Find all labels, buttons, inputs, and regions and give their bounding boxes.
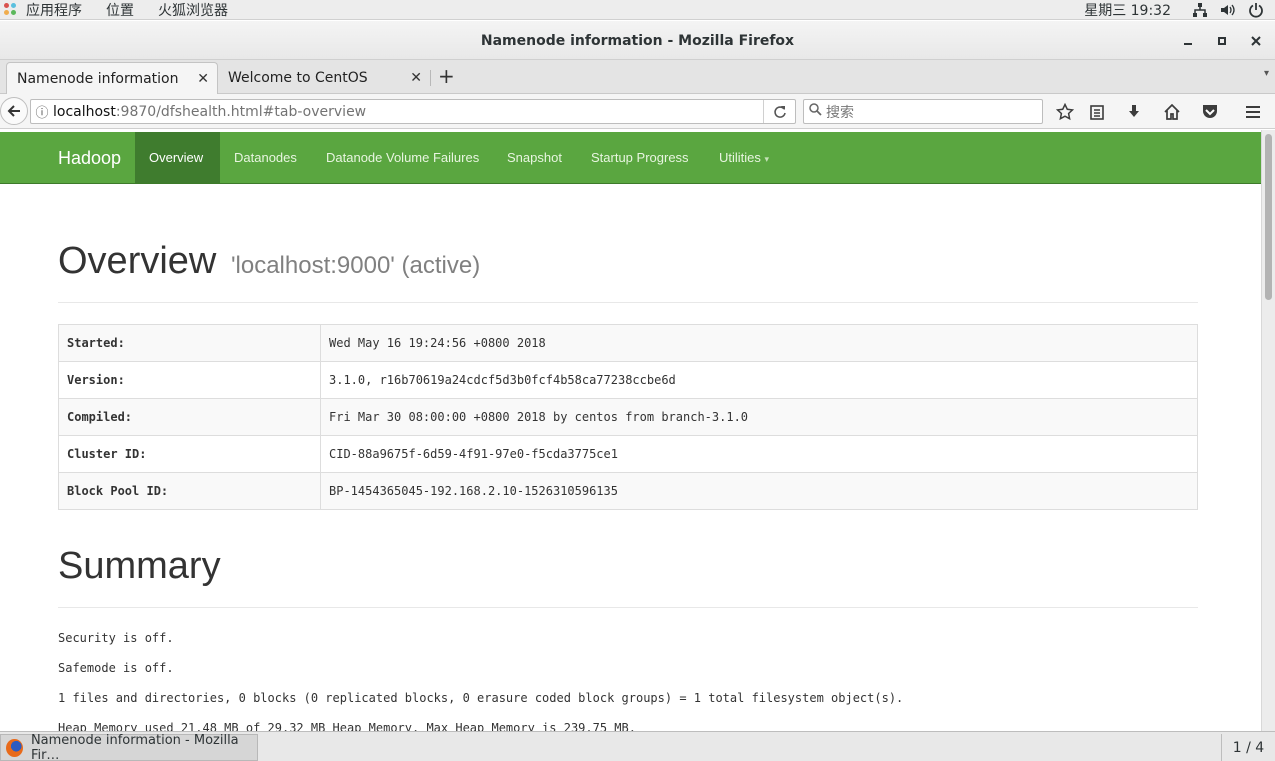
firefox-app-menu[interactable]: 火狐浏览器 [158, 0, 228, 20]
applications-icon [4, 2, 18, 17]
table-row: Block Pool ID: BP-1454365045-192.168.2.1… [58, 472, 1198, 510]
row-value: Wed May 16 19:24:56 +0800 2018 [320, 324, 1198, 362]
hamburger-menu-icon[interactable] [1242, 101, 1264, 123]
nav-utilities-label: Utilities [719, 150, 761, 165]
tab-welcome-to-centos[interactable]: Welcome to CentOS ✕ [218, 62, 430, 94]
heap-memory: Heap Memory used 21.48 MB of 29.32 MB He… [58, 721, 636, 731]
scrollbar-thumb[interactable] [1265, 134, 1272, 300]
row-key: Cluster ID: [58, 435, 321, 473]
places-menu[interactable]: 位置 [106, 0, 134, 20]
nav-startup-progress[interactable]: Startup Progress [577, 132, 703, 183]
nav-overview[interactable]: Overview [135, 132, 220, 183]
summary-title: Summary [58, 545, 221, 587]
row-value: Fri Mar 30 08:00:00 +0800 2018 by centos… [320, 398, 1198, 436]
row-value: CID-88a9675f-6d59-4f91-97e0-f5cda3775ce1 [320, 435, 1198, 473]
row-key: Started: [58, 324, 321, 362]
overview-heading: Overview 'localhost:9000' (active) [58, 240, 480, 283]
applications-menu[interactable]: 应用程序 [26, 0, 82, 20]
window-list-taskbar: Namenode information - Mozilla Fir… 1 / … [0, 731, 1275, 761]
bookmarks-menu-icon[interactable] [1086, 101, 1108, 123]
navigation-toolbar: ⓘ localhost:9870/dfshealth.html#tab-over… [0, 94, 1275, 129]
close-tab-icon[interactable]: ✕ [197, 71, 209, 87]
row-value: BP-1454365045-192.168.2.10-1526310596135 [320, 472, 1198, 510]
tab-label: Namenode information [17, 70, 179, 87]
row-key: Compiled: [58, 398, 321, 436]
overview-table: Started: Wed May 16 19:24:56 +0800 2018 … [58, 324, 1198, 510]
hadoop-navbar: Hadoop Overview Datanodes Datanode Volum… [0, 132, 1261, 184]
nav-snapshot[interactable]: Snapshot [493, 132, 576, 183]
page-viewport: Hadoop Overview Datanodes Datanode Volum… [0, 130, 1261, 731]
new-tab-icon[interactable]: + [438, 66, 455, 86]
reload-icon[interactable] [763, 100, 795, 123]
filesystem-objects: 1 files and directories, 0 blocks (0 rep… [58, 691, 904, 705]
tab-namenode-information[interactable]: Namenode information ✕ [6, 62, 218, 94]
table-row: Cluster ID: CID-88a9675f-6d59-4f91-97e0-… [58, 435, 1198, 473]
row-key: Version: [58, 361, 321, 399]
nav-datanode-volume-failures[interactable]: Datanode Volume Failures [312, 132, 493, 183]
maximize-icon[interactable] [1212, 31, 1232, 51]
tab-label: Welcome to CentOS [228, 70, 368, 86]
taskbar-item-label: Namenode information - Mozilla Fir… [30, 732, 239, 761]
home-icon[interactable] [1161, 101, 1183, 123]
clock[interactable]: 星期三 19:32 [1084, 0, 1171, 20]
row-value: 3.1.0, r16b70619a24cdcf5d3b0fcf4b58ca772… [320, 361, 1198, 399]
overview-title: Overview [58, 240, 217, 282]
workspace-pager[interactable]: 1 / 4 [1221, 734, 1275, 761]
firefox-icon [6, 738, 23, 757]
gnome-top-bar: 应用程序 位置 火狐浏览器 星期三 19:32 [0, 0, 1275, 20]
search-input[interactable]: 搜索 [803, 99, 1043, 124]
taskbar-item-firefox[interactable]: Namenode information - Mozilla Fir… [0, 732, 258, 761]
row-key: Block Pool ID: [58, 472, 321, 510]
power-icon[interactable] [1247, 2, 1265, 18]
divider [58, 302, 1198, 303]
caret-down-icon: ▾ [764, 154, 770, 164]
close-window-icon[interactable] [1246, 31, 1266, 51]
tab-separator [430, 70, 431, 86]
table-row: Version: 3.1.0, r16b70619a24cdcf5d3b0fcf… [58, 361, 1198, 399]
page-scrollbar[interactable] [1261, 130, 1275, 731]
hadoop-brand[interactable]: Hadoop [58, 148, 121, 169]
search-icon [804, 103, 826, 120]
security-status: Security is off. [58, 631, 174, 645]
nav-datanodes[interactable]: Datanodes [220, 132, 311, 183]
safemode-status: Safemode is off. [58, 661, 174, 675]
nav-utilities[interactable]: Utilities ▾ [705, 132, 783, 183]
window-titlebar[interactable]: Namenode information - Mozilla Firefox [0, 21, 1275, 60]
list-all-tabs-icon[interactable]: ▾ [1264, 68, 1269, 79]
table-row: Compiled: Fri Mar 30 08:00:00 +0800 2018… [58, 398, 1198, 436]
table-row: Started: Wed May 16 19:24:56 +0800 2018 [58, 324, 1198, 362]
window-title: Namenode information - Mozilla Firefox [480, 33, 795, 49]
bookmark-star-icon[interactable] [1054, 101, 1076, 123]
close-tab-icon[interactable]: ✕ [410, 70, 422, 86]
tab-strip: Namenode information ✕ Welcome to CentOS… [0, 60, 1275, 94]
search-placeholder: 搜索 [826, 104, 854, 121]
overview-subtitle: 'localhost:9000' (active) [230, 252, 481, 279]
back-arrow-icon [7, 105, 20, 117]
url-host: localhost [53, 103, 116, 120]
downloads-icon[interactable] [1123, 101, 1145, 123]
minimize-icon[interactable] [1178, 31, 1198, 51]
divider [58, 607, 1198, 608]
pocket-icon[interactable] [1199, 101, 1221, 123]
volume-icon[interactable] [1219, 2, 1237, 18]
url-path: :9870/dfshealth.html#tab-overview [115, 103, 367, 120]
url-bar[interactable]: ⓘ localhost:9870/dfshealth.html#tab-over… [30, 99, 796, 124]
summary-heading: Summary [58, 545, 221, 588]
network-icon[interactable] [1191, 2, 1209, 18]
back-button[interactable] [0, 97, 28, 125]
site-info-icon[interactable]: ⓘ [31, 102, 53, 121]
